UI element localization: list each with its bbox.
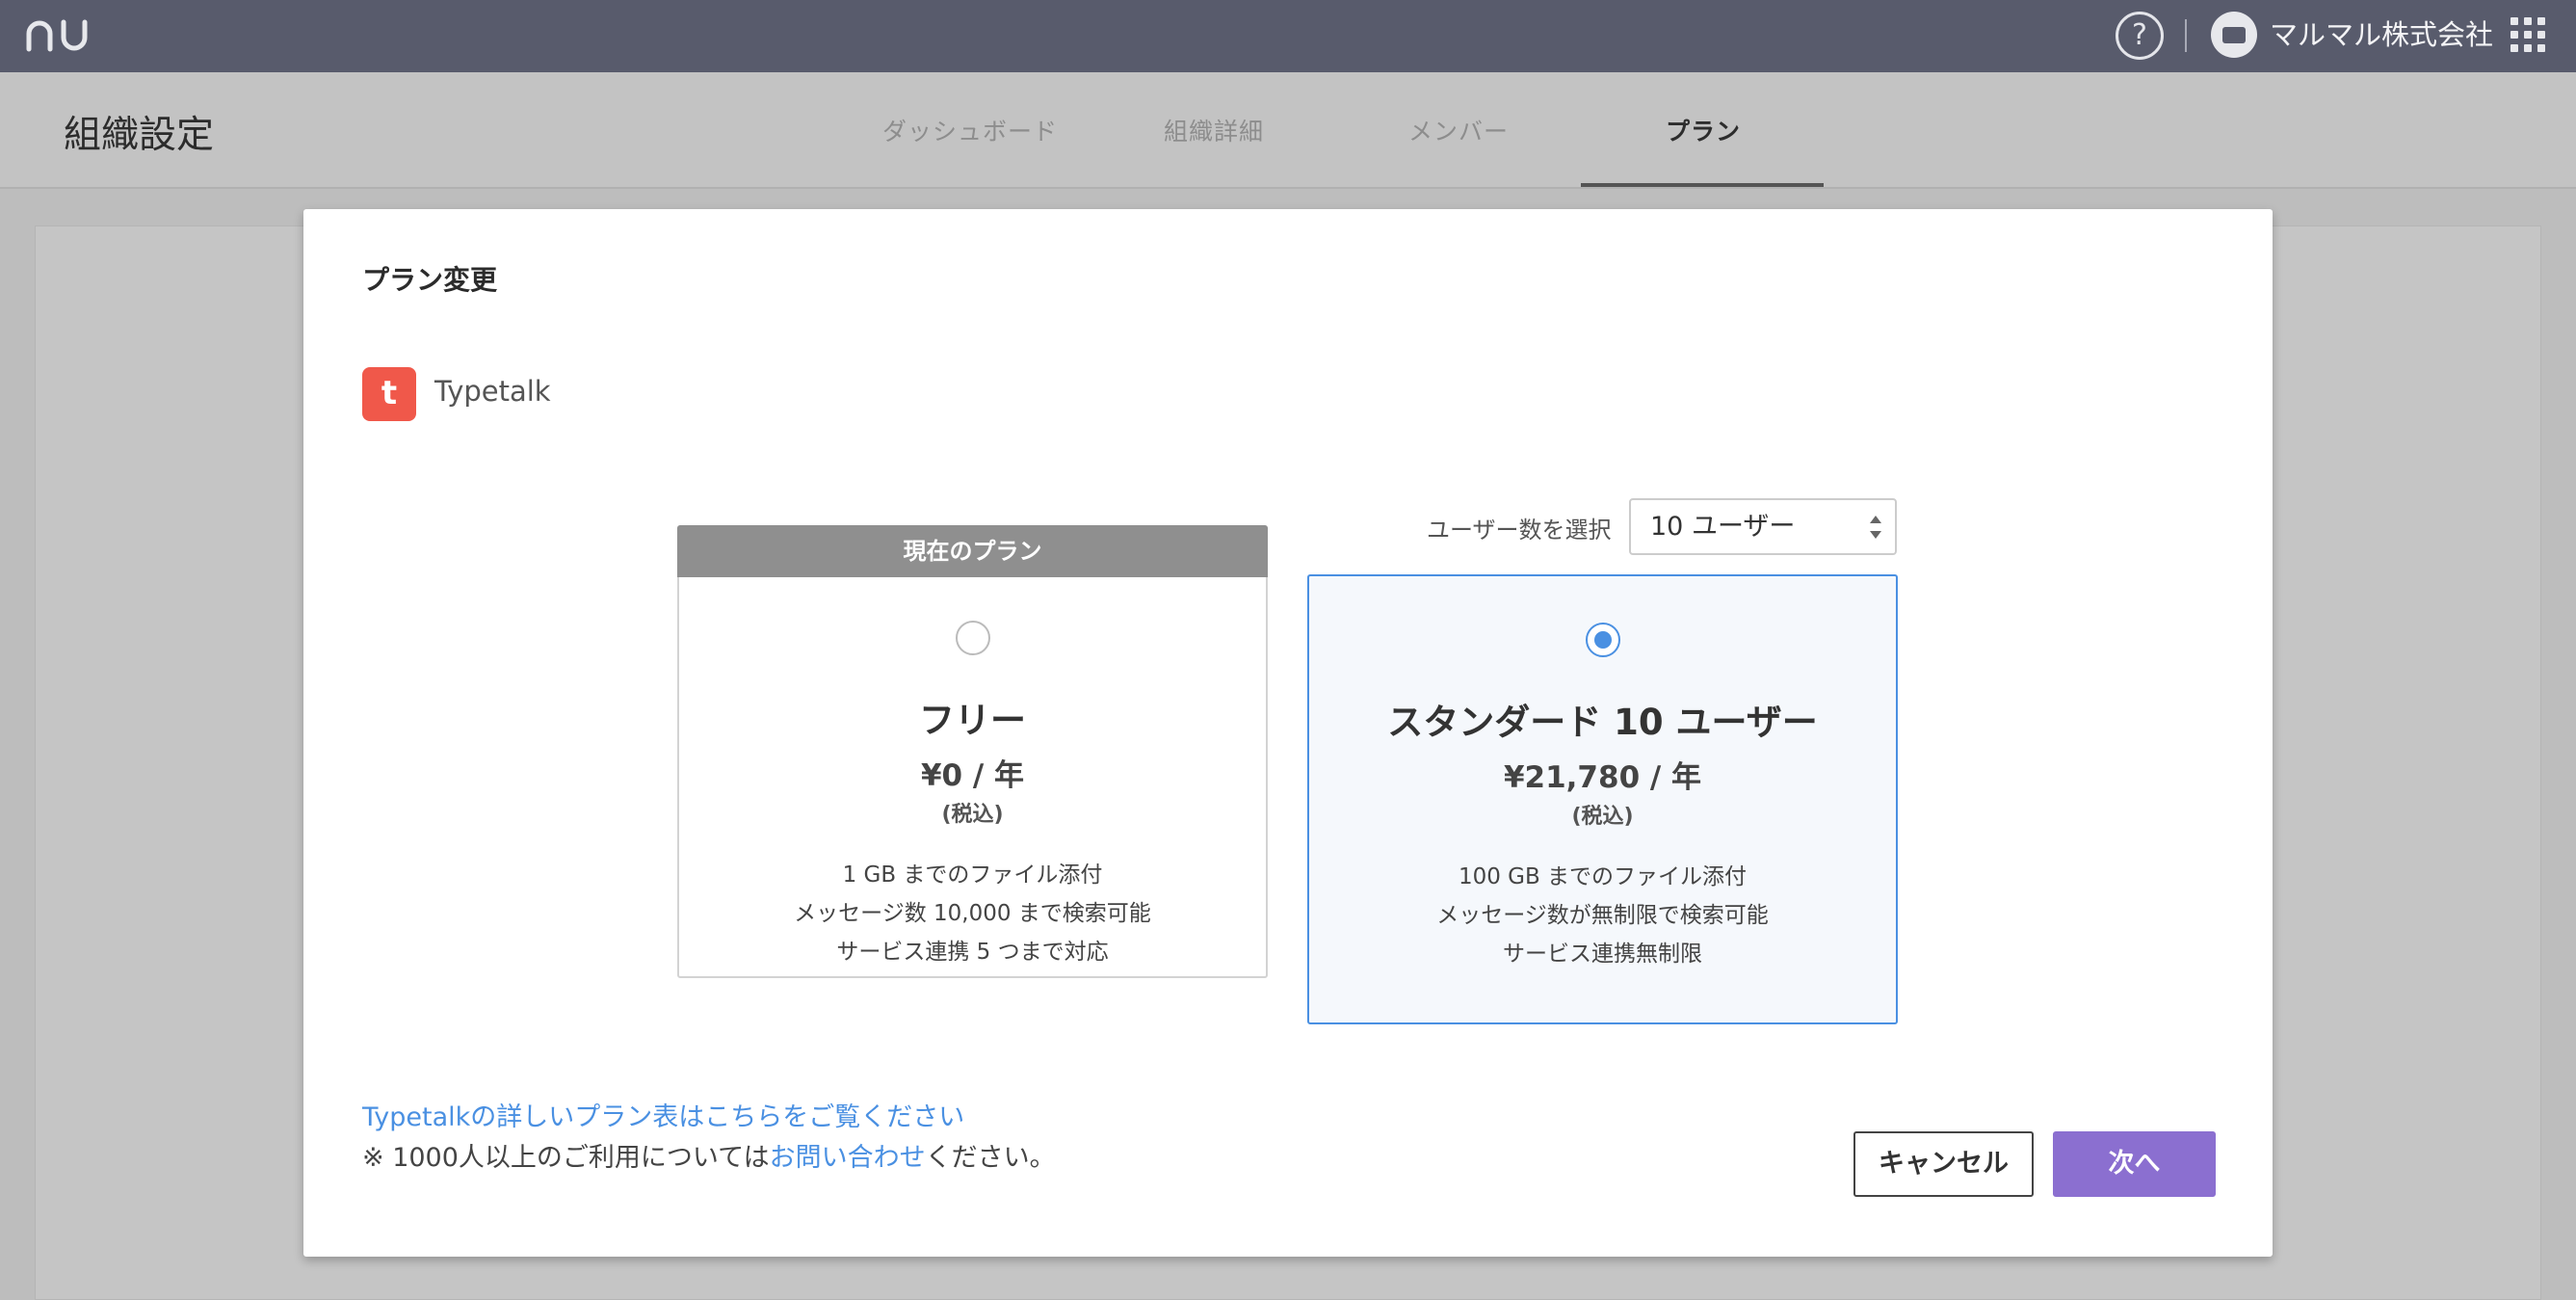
- tab-organization-details[interactable]: 組織詳細: [1164, 113, 1264, 147]
- list-item: サービス連携 5 つまで対応: [836, 940, 1109, 965]
- list-item: サービス連携無制限: [1503, 942, 1702, 967]
- plan-features: 100 GB までのファイル添付 メッセージ数が無制限で検索可能 サービス連携無…: [1309, 858, 1896, 973]
- product-name: Typetalk: [434, 375, 551, 408]
- plan-standard-radio[interactable]: [1585, 623, 1620, 657]
- plan-price: ¥0 / 年: [920, 758, 1025, 793]
- select-arrows-icon: [1870, 516, 1881, 539]
- user-count-value: 10 ユーザー: [1650, 512, 1796, 542]
- user-count-label: ユーザー数を選択: [1427, 517, 1612, 544]
- list-item: メッセージ数 10,000 まで検索可能: [794, 901, 1151, 926]
- contact-link[interactable]: お問い合わせ: [770, 1143, 926, 1173]
- plan-features: 1 GB までのファイル添付 メッセージ数 10,000 まで検索可能 サービス…: [679, 856, 1266, 971]
- active-tab-indicator: [1581, 183, 1824, 187]
- list-item: メッセージ数が無制限で検索可能: [1436, 903, 1769, 928]
- help-icon[interactable]: ?: [2116, 12, 2164, 60]
- tab-dashboard[interactable]: ダッシュボード: [882, 113, 1058, 147]
- top-bar: ? マルマル株式会社: [0, 0, 2576, 72]
- plan-name: フリー: [919, 700, 1026, 741]
- next-button[interactable]: 次へ: [2053, 1131, 2216, 1197]
- tab-plan[interactable]: プラン: [1666, 113, 1741, 147]
- plan-card-free[interactable]: 現在のプラン フリー ¥0 / 年 (税込) 1 GB までのファイル添付 メッ…: [677, 525, 1268, 978]
- note-prefix: ※ 1000人以上のご利用については: [362, 1143, 770, 1173]
- modal-title: プラン変更: [362, 264, 498, 296]
- page-title: 組織設定: [64, 114, 215, 157]
- cancel-button[interactable]: キャンセル: [1853, 1131, 2034, 1197]
- plan-price: ¥21,780 / 年: [1503, 760, 1702, 795]
- app-grid-icon[interactable]: [2510, 17, 2545, 52]
- list-item: 1 GB までのファイル添付: [842, 862, 1103, 888]
- current-plan-badge: 現在のプラン: [677, 525, 1268, 577]
- tab-members[interactable]: メンバー: [1408, 113, 1509, 147]
- organization-name[interactable]: マルマル株式会社: [2270, 13, 2493, 56]
- plan-name: スタンダード 10 ユーザー: [1387, 702, 1818, 743]
- plan-tax-note: (税込): [1571, 805, 1634, 829]
- typetalk-logo-icon: t: [362, 367, 416, 421]
- enterprise-note: ※ 1000人以上のご利用についてはお問い合わせください。: [362, 1136, 1056, 1174]
- plan-free-radio[interactable]: [955, 621, 990, 655]
- note-suffix: ください。: [925, 1143, 1056, 1173]
- plan-card-standard[interactable]: スタンダード 10 ユーザー ¥21,780 / 年 (税込) 100 GB ま…: [1307, 574, 1898, 1024]
- sub-header: 組織設定 ダッシュボード 組織詳細 メンバー プラン: [0, 72, 2576, 189]
- plan-tax-note: (税込): [941, 803, 1004, 827]
- nulab-logo-icon[interactable]: [25, 16, 92, 55]
- user-count-select[interactable]: 10 ユーザー: [1629, 498, 1897, 555]
- list-item: 100 GB までのファイル添付: [1458, 864, 1748, 889]
- topbar-divider: [2185, 19, 2187, 52]
- plan-comparison-link[interactable]: Typetalkの詳しいプラン表はこちらをご覧ください: [362, 1096, 964, 1133]
- organization-icon[interactable]: [2211, 12, 2257, 58]
- plan-change-modal: プラン変更 t Typetalk ユーザー数を選択 10 ユーザー 現在のプラン…: [303, 209, 2273, 1257]
